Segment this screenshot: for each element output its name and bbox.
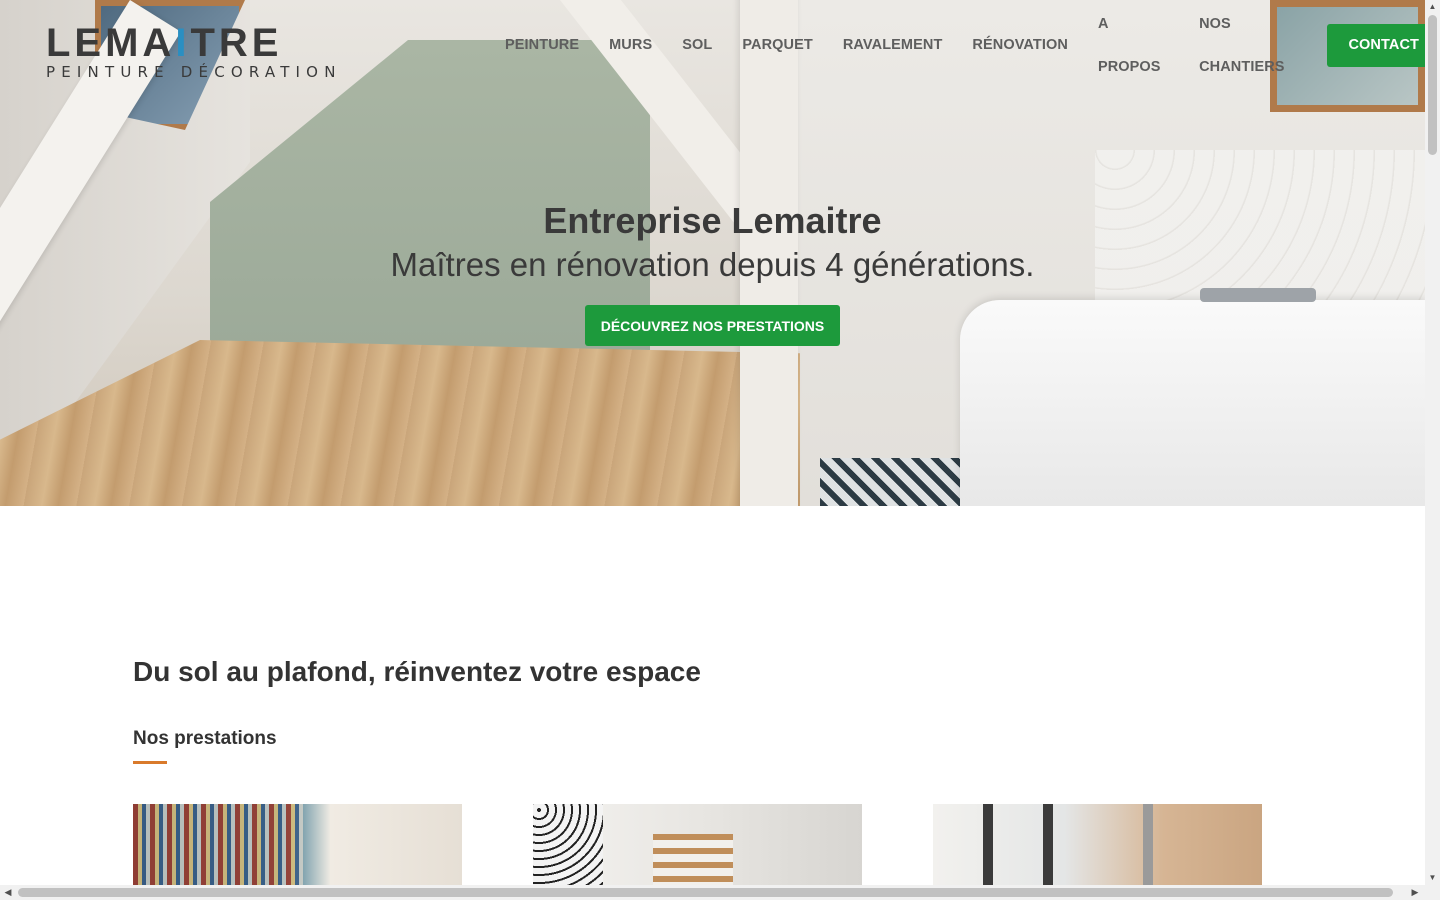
service-card-image-2[interactable] xyxy=(533,804,862,885)
horizontal-scrollbar[interactable]: ◀ ▶ xyxy=(0,885,1440,900)
logo-wordmark: LEMAITRE xyxy=(46,21,283,65)
site-logo[interactable]: LEMAITRE PEINTURE DÉCORATION xyxy=(46,21,368,81)
contact-button[interactable]: CONTACT xyxy=(1327,24,1440,67)
discover-services-button[interactable]: DÉCOUVREZ NOS PRESTATIONS xyxy=(585,305,840,346)
service-card-image-3[interactable] xyxy=(933,804,1262,885)
main-navigation: PEINTURE MURS SOL PARQUET RAVALEMENT RÉN… xyxy=(490,16,1440,75)
nav-item-ravalement[interactable]: RAVALEMENT xyxy=(828,24,958,67)
nav-item-parquet[interactable]: PARQUET xyxy=(727,24,828,67)
nav-item-peinture[interactable]: PEINTURE xyxy=(490,24,594,67)
vertical-scrollbar[interactable]: ▲ ▼ xyxy=(1425,0,1440,885)
nav-item-renovation[interactable]: RÉNOVATION xyxy=(957,24,1083,67)
service-card-image-1[interactable] xyxy=(133,804,462,885)
nav-item-sol[interactable]: SOL xyxy=(667,24,727,67)
nav-item-murs[interactable]: MURS xyxy=(594,24,667,67)
section-heading: Du sol au plafond, réinventez votre espa… xyxy=(133,656,701,687)
triangle-right-icon[interactable]: ▶ xyxy=(1410,887,1420,898)
triangle-down-icon[interactable]: ▼ xyxy=(1428,873,1437,883)
heading-underline xyxy=(133,761,167,764)
triangle-left-icon[interactable]: ◀ xyxy=(3,887,13,898)
nav-item-a-propos[interactable]: A PROPOS xyxy=(1083,3,1184,89)
hero-subtitle: Maîtres en rénovation depuis 4 génératio… xyxy=(390,246,1035,283)
services-subheading: Nos prestations xyxy=(133,728,277,749)
nav-item-nos-chantiers[interactable]: NOS CHANTIERS xyxy=(1184,3,1326,89)
logo-tagline: PEINTURE DÉCORATION xyxy=(46,63,342,81)
vertical-scrollbar-thumb[interactable] xyxy=(1428,15,1437,155)
triangle-up-icon[interactable]: ▲ xyxy=(1428,2,1437,12)
horizontal-scrollbar-thumb[interactable] xyxy=(18,888,1393,897)
hero-title: Entreprise Lemaitre xyxy=(543,200,882,241)
